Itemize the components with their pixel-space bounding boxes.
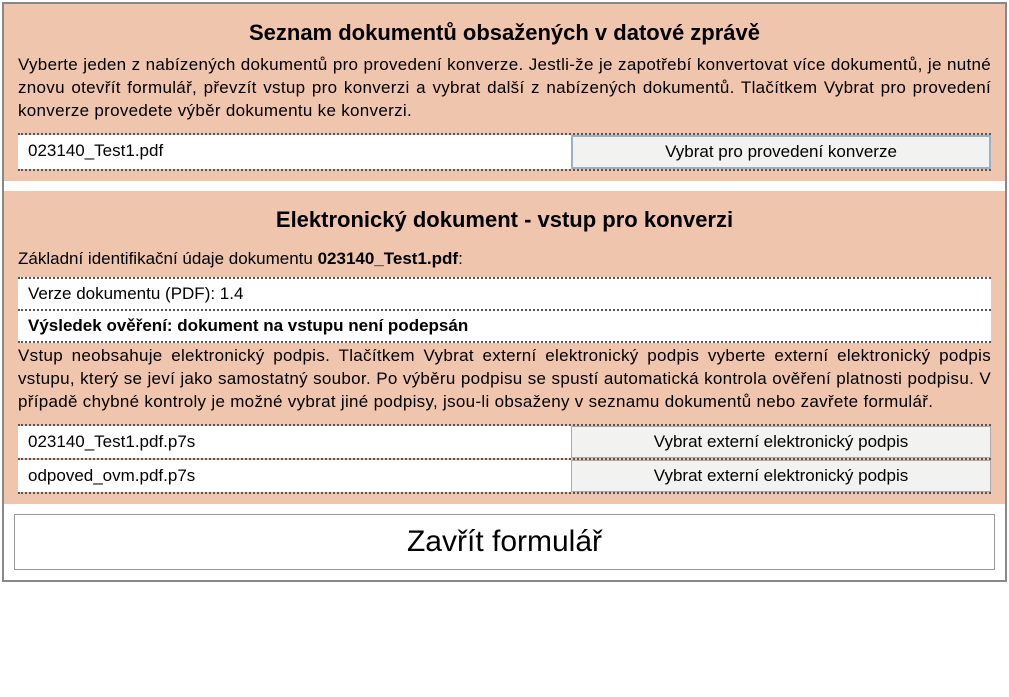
signature-row: 023140_Test1.pdf.p7s Vybrat externí elek…	[18, 424, 991, 460]
document-row: 023140_Test1.pdf Vybrat pro provedení ko…	[18, 133, 991, 171]
select-for-conversion-button[interactable]: Vybrat pro provedení konverze	[571, 135, 991, 169]
signature-row: odpoved_ovm.pdf.p7s Vybrat externí elekt…	[18, 460, 991, 494]
signature-filename: odpoved_ovm.pdf.p7s	[18, 460, 571, 492]
subheader-suffix: :	[458, 249, 463, 268]
close-form-button[interactable]: Zavřít formulář	[14, 514, 995, 570]
section2-subheader: Základní identifikační údaje dokumentu 0…	[18, 239, 991, 277]
select-external-signature-button[interactable]: Vybrat externí elektronický podpis	[571, 426, 991, 458]
form-container: Seznam dokumentů obsažených v datové zpr…	[2, 2, 1007, 582]
section1-description: Vyberte jeden z nabízených dokumentů pro…	[18, 52, 991, 133]
section-document-list: Seznam dokumentů obsažených v datové zpr…	[4, 4, 1005, 191]
section1-title: Seznam dokumentů obsažených v datové zpr…	[18, 12, 991, 52]
close-wrap: Zavřít formulář	[4, 504, 1005, 580]
section2-title: Elektronický dokument - vstup pro konver…	[18, 199, 991, 239]
section-electronic-document: Elektronický dokument - vstup pro konver…	[4, 191, 1005, 504]
subheader-prefix: Základní identifikační údaje dokumentu	[18, 249, 318, 268]
subheader-docname: 023140_Test1.pdf	[318, 249, 458, 268]
pdf-version-line: Verze dokumentu (PDF): 1.4	[18, 277, 991, 311]
section2-description: Vstup neobsahuje elektronický podpis. Tl…	[18, 343, 991, 424]
select-external-signature-button[interactable]: Vybrat externí elektronický podpis	[571, 460, 991, 492]
verification-result-line: Výsledek ověření: dokument na vstupu nen…	[18, 311, 991, 343]
signature-filename: 023140_Test1.pdf.p7s	[18, 426, 571, 458]
document-filename: 023140_Test1.pdf	[18, 135, 571, 169]
